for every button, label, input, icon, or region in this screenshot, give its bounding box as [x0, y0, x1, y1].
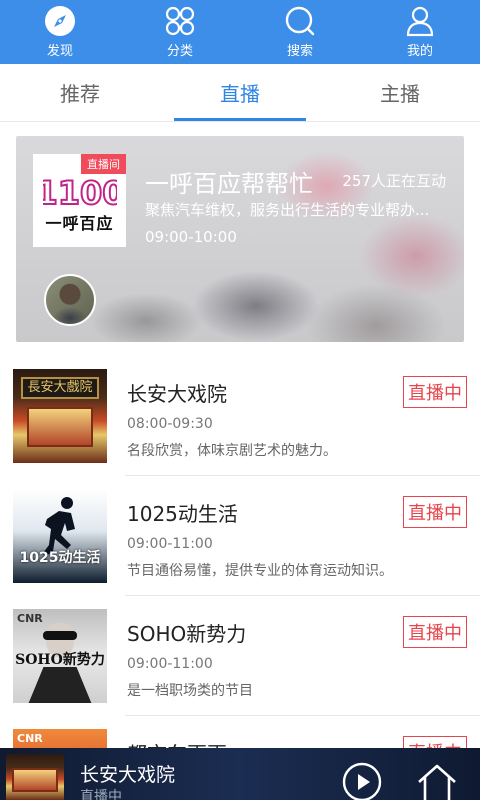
stage-image — [12, 768, 58, 792]
featured-cover: 1100 一呼百应 直播间 — [33, 154, 126, 247]
interaction-count: 257人正在互动 — [342, 172, 446, 190]
nav-item-discover[interactable]: 发现 — [0, 0, 120, 64]
program-time: 09:00-11:00 — [127, 656, 213, 672]
thumbnail-caption: 1025动生活 — [19, 550, 101, 566]
nav-item-mine[interactable]: 我的 — [360, 0, 480, 64]
sunglasses-image — [43, 631, 77, 640]
live-room-badge: 直播间 — [81, 154, 126, 174]
nav-label-category: 分类 — [166, 44, 193, 59]
top-nav-bar: 发现 分类 搜索 我的 — [0, 0, 480, 64]
tab-recommend[interactable]: 推荐 — [0, 64, 160, 121]
home-button[interactable] — [415, 762, 459, 800]
live-status-badge[interactable]: 直播中 — [403, 376, 467, 408]
search-icon — [283, 4, 317, 38]
cnr-logo: CNR — [17, 612, 43, 625]
program-title: SOHO新势力 — [127, 622, 247, 646]
user-icon — [403, 4, 437, 38]
tab-live[interactable]: 直播 — [160, 64, 320, 121]
nav-item-search[interactable]: 搜索 — [240, 0, 360, 64]
program-logo-text: 一呼百应 — [45, 214, 114, 233]
host-avatar[interactable] — [44, 274, 96, 326]
program-thumbnail: 1025动生活 — [13, 489, 107, 583]
list-item[interactable]: 1025动生活 1025动生活 09:00-11:00 节目通俗易懂，提供专业的… — [0, 476, 480, 596]
theater-sign: 長安大戲院 — [21, 377, 99, 399]
program-logo: 1100 — [43, 174, 117, 210]
featured-time: 09:00-10:00 — [145, 228, 237, 246]
program-description: 节目通俗易懂，提供专业的体育运动知识。 — [127, 563, 393, 579]
nav-item-category[interactable]: 分类 — [120, 0, 240, 64]
nav-label-discover: 发现 — [46, 44, 73, 59]
program-description: 是一档职场类的节目 — [127, 683, 253, 699]
list-item[interactable]: CNR SOHO新势力 SOHO新势力 09:00-11:00 是一档职场类的节… — [0, 596, 480, 716]
nav-label-search: 搜索 — [286, 44, 313, 59]
nav-label-mine: 我的 — [406, 44, 433, 59]
suit-image — [27, 667, 93, 703]
featured-title: 一呼百应帮帮忙 — [145, 170, 313, 198]
program-logo-number: 1100 — [43, 174, 117, 210]
thumbnail-caption: SOHO新势力 — [15, 652, 105, 668]
program-list: 長安大戲院 长安大戏院 08:00-09:30 名段欣赏，体味京剧艺术的魅力。 … — [0, 356, 480, 800]
program-time: 09:00-11:00 — [127, 536, 213, 552]
stage-image — [27, 407, 93, 447]
player-title: 长安大戏院 — [80, 764, 176, 786]
home-icon — [418, 764, 456, 800]
mini-player-bar[interactable]: 长安大戏院 直播中 — [0, 748, 480, 800]
featured-live-card[interactable]: 1100 一呼百应 直播间 一呼百应帮帮忙 257人正在互动 聚焦汽车维权，服务… — [16, 136, 464, 342]
program-thumbnail: CNR SOHO新势力 — [13, 609, 107, 703]
program-description: 名段欣赏，体味京剧艺术的魅力。 — [127, 443, 337, 459]
program-title: 1025动生活 — [127, 502, 238, 526]
cnr-logo: CNR — [17, 732, 43, 745]
sub-tab-bar: 推荐 直播 主播 — [0, 64, 480, 122]
player-status: 直播中 — [80, 789, 122, 800]
program-title: 长安大戏院 — [127, 382, 227, 406]
featured-description: 聚焦汽车维权，服务出行生活的专业帮办... — [145, 201, 430, 219]
list-item[interactable]: 長安大戲院 长安大戏院 08:00-09:30 名段欣赏，体味京剧艺术的魅力。 … — [0, 356, 480, 476]
program-time: 08:00-09:30 — [127, 416, 213, 432]
program-thumbnail: 長安大戲院 — [13, 369, 107, 463]
live-status-badge[interactable]: 直播中 — [403, 496, 467, 528]
live-status-badge[interactable]: 直播中 — [403, 616, 467, 648]
tab-hosts[interactable]: 主播 — [320, 64, 480, 121]
compass-icon — [43, 4, 77, 38]
play-icon — [342, 762, 382, 800]
play-button[interactable] — [342, 762, 382, 800]
grid-icon — [163, 4, 197, 38]
player-thumbnail — [6, 754, 64, 800]
